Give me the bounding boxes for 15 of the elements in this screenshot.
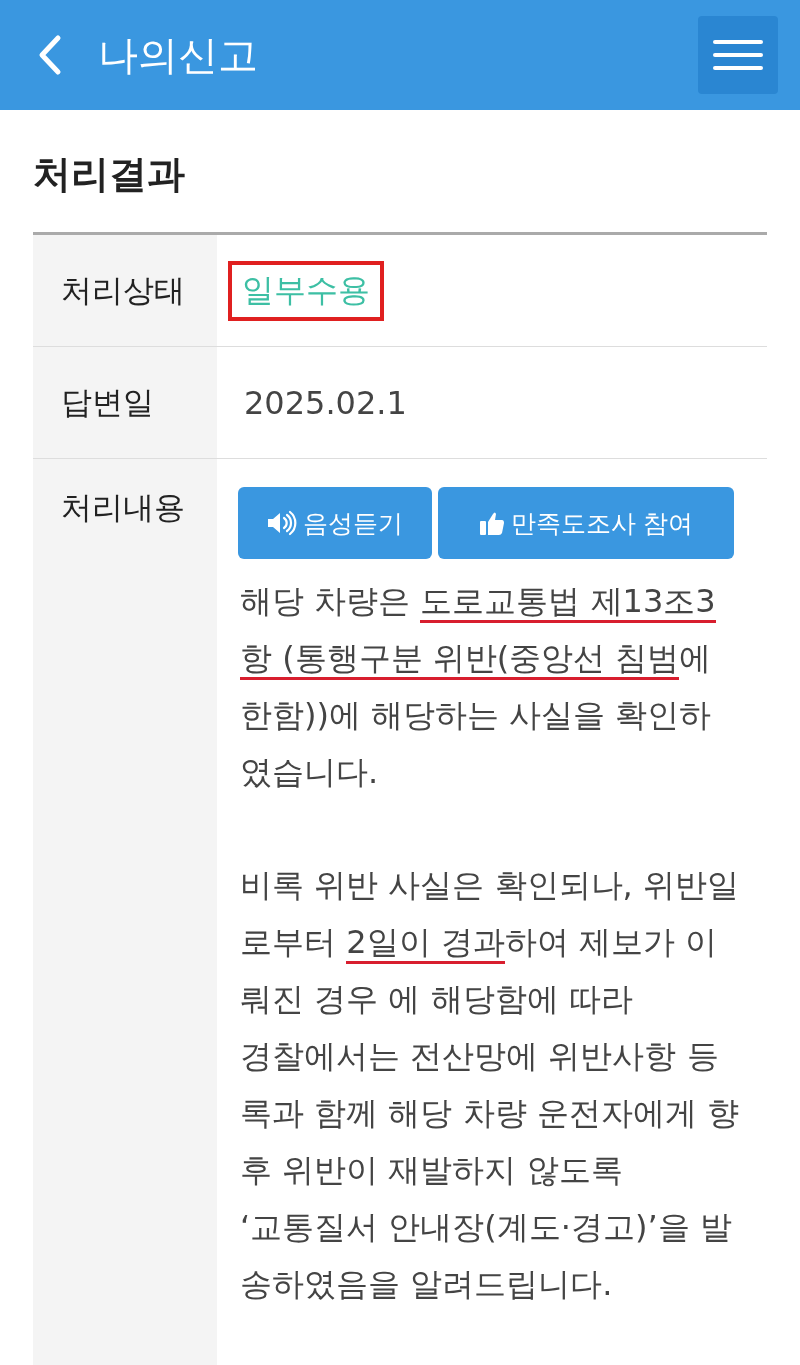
menu-button[interactable] (698, 16, 778, 94)
result-paragraph: 해당 차량은 도로교통법 제13조3 항 (통행구분 위반(중앙선 침범 에 한함))에 해당하는 사실을 확인하 였습니다. (240, 581, 717, 793)
row-label: 답변일 (61, 382, 154, 422)
row-label: 처리내용 (61, 489, 185, 525)
row-label: 처리상태 (61, 270, 185, 310)
speaker-icon (267, 510, 297, 536)
thumbs-up-icon (478, 510, 505, 536)
result-paragraph: 비록 위반 사실은 확인되나, 위반일 로부터 2일이 경과하여 제보가 이 뤄진 경우 에 해당함에 따라 경찰에서는 전산망에 위반사항 등 록과 함께 해당 차량 운전자에게 향 후 위반이 재발하지 않도록 ‘교통질서 안내장(계도·경고)’을 발 송하였음을 알려드립니다. (240, 865, 739, 1305)
listen-button[interactable]: 음성듣기 (238, 487, 432, 559)
date-value: 2025.02.1 (244, 383, 407, 422)
survey-button[interactable]: 만족도조사 참여 (438, 487, 734, 559)
status-value: 일부수용 (228, 260, 384, 321)
section-title: 처리결과 (33, 150, 186, 198)
menu-icon (713, 37, 763, 73)
page-title: 나의신고 (98, 30, 259, 80)
